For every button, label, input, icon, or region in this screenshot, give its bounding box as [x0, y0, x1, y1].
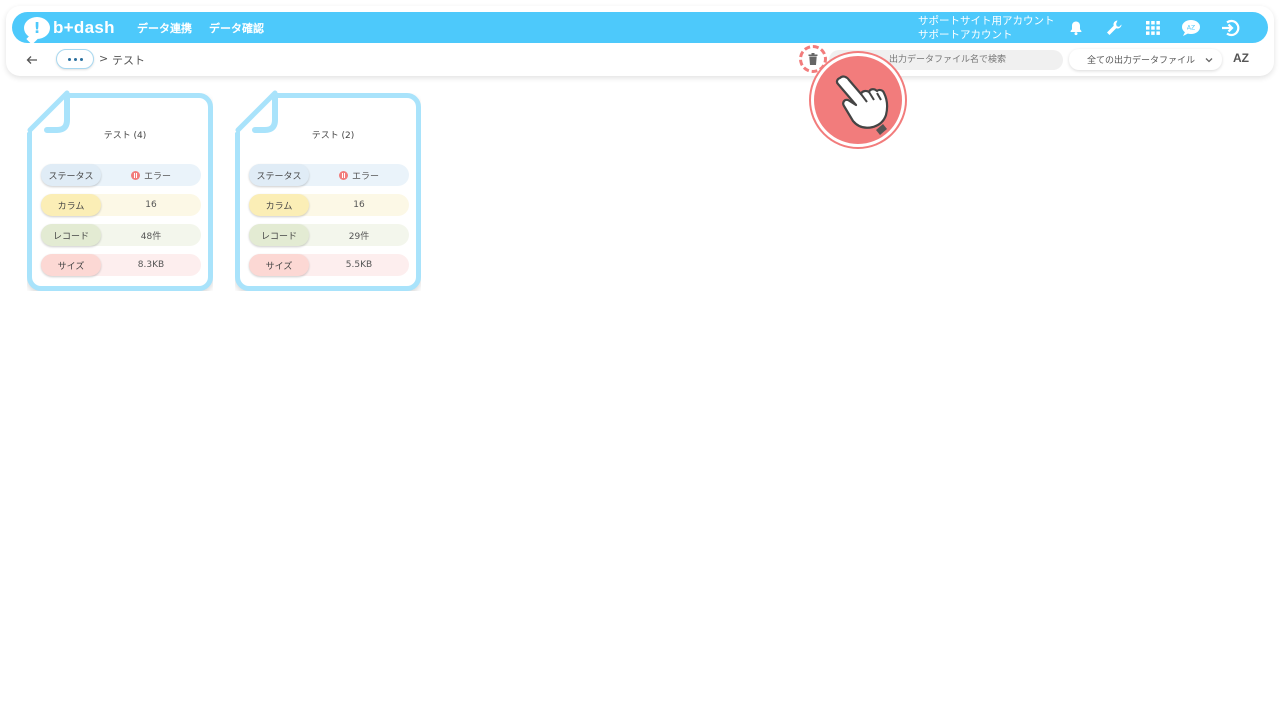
- account-info[interactable]: サポートサイト用アカウント サポートアカウント: [918, 14, 1055, 42]
- column-value: 16: [353, 200, 365, 210]
- status-row: ステータス エラー: [249, 164, 409, 186]
- status-text: エラー: [351, 171, 379, 182]
- app-logo[interactable]: ! b+dash: [24, 16, 115, 40]
- size-row: サイズ 8.3KB: [41, 254, 201, 276]
- wrench-icon[interactable]: [1103, 17, 1125, 39]
- record-row: レコード 48件: [41, 224, 201, 246]
- sort-button[interactable]: AZ: [1233, 51, 1249, 65]
- status-value: エラー: [101, 164, 201, 186]
- record-label: レコード: [41, 224, 101, 246]
- status-label: ステータス: [41, 164, 101, 186]
- status-value: エラー: [309, 164, 409, 186]
- pointing-hand-icon: [811, 53, 905, 147]
- size-value: 8.3KB: [137, 260, 165, 270]
- record-value: 29件: [348, 231, 370, 242]
- file-corner-icon: [235, 90, 278, 133]
- toolbar: > テスト 全ての出力データファイル AZ: [0, 45, 1280, 73]
- top-navigation-bar: ! b+dash データ連携 データ確認 サポートサイト用アカウント サポートア…: [12, 12, 1268, 43]
- account-name-line2: サポートアカウント: [918, 29, 1013, 41]
- account-name-line1: サポートサイト用アカウント: [918, 15, 1055, 27]
- logout-icon[interactable]: [1219, 17, 1241, 39]
- record-value: 48件: [140, 231, 162, 242]
- dot: [79, 57, 83, 61]
- nav-data-integration[interactable]: データ連携: [137, 20, 192, 36]
- nav-data-check[interactable]: データ確認: [209, 20, 264, 36]
- back-arrow-icon[interactable]: [24, 52, 40, 68]
- breadcrumb-current[interactable]: テスト: [112, 52, 145, 68]
- logo-text: b+dash: [53, 18, 115, 37]
- size-row: サイズ 5.5KB: [249, 254, 409, 276]
- dot: [67, 57, 71, 61]
- filter-selected-value: 全ての出力データファイル: [1087, 56, 1196, 66]
- error-icon: [338, 170, 348, 180]
- record-row: レコード 29件: [249, 224, 409, 246]
- column-row: カラム 16: [249, 194, 409, 216]
- size-label: サイズ: [249, 254, 309, 276]
- file-corner-icon: [27, 90, 70, 133]
- chat-icon[interactable]: AZ: [1180, 17, 1202, 39]
- column-label: カラム: [41, 194, 101, 216]
- column-value: 16: [145, 200, 157, 210]
- breadcrumb-ellipsis-button[interactable]: [56, 49, 94, 69]
- error-icon: [130, 170, 140, 180]
- status-text: エラー: [143, 171, 171, 182]
- dot: [73, 57, 77, 61]
- bell-icon[interactable]: [1065, 17, 1087, 39]
- filter-select[interactable]: 全ての出力データファイル: [1069, 49, 1222, 70]
- chevron-down-icon: [1205, 58, 1213, 63]
- status-label: ステータス: [249, 164, 309, 186]
- size-label: サイズ: [41, 254, 101, 276]
- column-label: カラム: [249, 194, 309, 216]
- svg-text:AZ: AZ: [1187, 25, 1195, 32]
- breadcrumb-separator: >: [99, 52, 109, 65]
- logo-bubble-icon: !: [24, 17, 50, 39]
- column-row: カラム 16: [41, 194, 201, 216]
- grid-icon[interactable]: [1142, 17, 1164, 39]
- record-label: レコード: [249, 224, 309, 246]
- status-row: ステータス エラー: [41, 164, 201, 186]
- size-value: 5.5KB: [345, 260, 373, 270]
